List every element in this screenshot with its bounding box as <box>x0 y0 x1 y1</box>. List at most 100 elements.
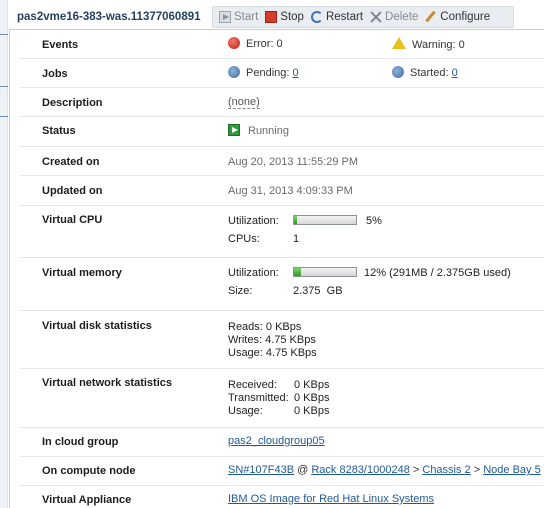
pencil-icon <box>425 11 437 23</box>
disk-usage: Usage: 4.75 KBps <box>228 347 317 359</box>
row-updated: Updated on Aug 31, 2013 4:09:33 PM <box>20 176 544 206</box>
error-text: Error: 0 <box>246 38 283 50</box>
created-value: Aug 20, 2013 11:55:29 PM <box>228 156 359 168</box>
row-description: Description (none) <box>20 88 544 117</box>
started-label: Started: <box>410 67 449 79</box>
vm-name-title: pas2vme16-383-was.11377060891 <box>17 11 201 23</box>
pending-link[interactable]: 0 <box>293 67 299 79</box>
description-edit[interactable]: (none) <box>228 96 260 109</box>
cpu-bar-fill <box>294 216 298 224</box>
memory-size-value: 2.375 GB <box>293 285 343 297</box>
net-received-label: Received: <box>228 379 277 391</box>
pending-job-icon <box>228 66 240 78</box>
configure-button[interactable]: Configure <box>425 11 490 23</box>
appliance-label: Virtual Appliance <box>42 494 132 506</box>
delete-button[interactable]: Delete <box>370 11 418 23</box>
net-transmitted-value: 0 KBps <box>294 392 330 404</box>
node-link[interactable]: SN#107F43B <box>228 464 294 476</box>
compute-node-label: On compute node <box>42 465 136 477</box>
stop-icon <box>265 11 278 23</box>
created-label: Created on <box>42 156 100 168</box>
row-network-stats: Virtual network statistics Received: 0 K… <box>20 369 544 428</box>
row-created: Created on Aug 20, 2013 11:55:29 PM <box>20 147 544 176</box>
compute-node-path: SN#107F43B @ Rack 8283/1000248 > Chassis… <box>228 464 541 476</box>
updated-label: Updated on <box>42 185 103 197</box>
start-label: Start <box>234 11 259 23</box>
updated-value: Aug 31, 2013 4:09:33 PM <box>228 185 353 197</box>
net-usage-label: Usage: <box>228 405 263 417</box>
left-nav-strip <box>0 0 8 508</box>
appliance-value: IBM OS Image for Red Hat Linux Systems <box>228 493 434 505</box>
warning-icon <box>392 37 406 49</box>
memory-utilization-text: 12% (291MB / 2.375GB used) <box>364 267 511 279</box>
chassis-link[interactable]: Chassis 2 <box>422 464 470 476</box>
memory-utilization-label: Utilization: <box>228 267 279 279</box>
row-jobs: Jobs Pending: 0 Started: 0 <box>20 59 544 88</box>
restart-icon <box>310 11 323 23</box>
delete-label: Delete <box>385 11 419 23</box>
started-link[interactable]: 0 <box>452 67 458 79</box>
row-virtual-appliance: Virtual Appliance IBM OS Image for Red H… <box>20 486 544 508</box>
jobs-label: Jobs <box>42 68 68 80</box>
row-disk-stats: Virtual disk statistics Reads: 0 KBps Wr… <box>20 311 544 369</box>
rack-link[interactable]: Rack 8283/1000248 <box>311 464 409 476</box>
started-job-icon <box>392 66 404 78</box>
cpu-label: Virtual CPU <box>42 214 103 226</box>
error-icon <box>228 37 240 49</box>
disk-writes: Writes: 4.75 KBps <box>228 334 316 346</box>
configure-label: Configure <box>440 11 491 23</box>
network-label: Virtual network statistics <box>42 377 173 389</box>
delete-x-icon <box>370 11 382 23</box>
cloud-group-value: pas2_cloudgroup05 <box>228 435 325 447</box>
jobs-started: Started: 0 <box>392 66 458 79</box>
nav-divider <box>0 34 8 35</box>
cloud-group-label: In cloud group <box>42 436 119 448</box>
disk-reads: Reads: 0 KBps <box>228 321 302 333</box>
row-events: Events Error: 0 Warning: 0 <box>20 30 544 59</box>
running-icon <box>228 124 240 136</box>
action-toolbar: Start Stop Restart Delete Configure <box>212 6 514 28</box>
status-label: Status <box>42 125 76 137</box>
path-separator: > <box>412 464 420 476</box>
memory-label: Virtual memory <box>42 267 122 279</box>
stop-label: Stop <box>280 11 304 23</box>
description-label: Description <box>42 97 103 109</box>
memory-size-label: Size: <box>228 285 253 297</box>
row-virtual-memory: Virtual memory Utilization: 12% (291MB /… <box>20 258 544 311</box>
restart-button[interactable]: Restart <box>310 11 364 23</box>
nav-divider <box>0 116 8 117</box>
warning-count: Warning: 0 <box>392 37 465 51</box>
cloud-group-link[interactable]: pas2_cloudgroup05 <box>228 435 325 447</box>
cpu-utilization-text: 5% <box>366 215 382 227</box>
appliance-link[interactable]: IBM OS Image for Red Hat Linux Systems <box>228 493 434 505</box>
net-received-value: 0 KBps <box>294 379 330 391</box>
jobs-pending: Pending: 0 <box>228 66 299 79</box>
cpus-label: CPUs: <box>228 233 260 245</box>
row-status: Status Running <box>20 117 544 147</box>
details-panel: Events Error: 0 Warning: 0 Jobs Pending:… <box>9 29 544 508</box>
net-usage-value: 0 KBps <box>294 405 330 417</box>
path-separator: > <box>473 464 481 476</box>
nav-divider <box>0 86 8 87</box>
cpu-utilization-bar <box>293 215 357 227</box>
node-at: @ <box>297 464 309 476</box>
row-compute-node: On compute node SN#107F43B @ Rack 8283/1… <box>20 457 544 486</box>
node-bay-link[interactable]: Node Bay 5 <box>483 464 540 476</box>
row-cloud-group: In cloud group pas2_cloudgroup05 <box>20 428 544 457</box>
status-value: Running <box>228 124 289 137</box>
pending-label: Pending: <box>246 67 290 79</box>
start-button[interactable]: Start <box>219 11 258 23</box>
events-label: Events <box>42 39 79 51</box>
description-value: (none) <box>228 96 260 109</box>
warning-text: Warning: 0 <box>412 39 465 51</box>
memory-bar-fill <box>294 268 302 276</box>
net-transmitted-label: Transmitted: <box>228 392 289 404</box>
memory-utilization-bar <box>293 267 357 279</box>
error-count: Error: 0 <box>228 37 283 50</box>
disk-label: Virtual disk statistics <box>42 320 152 332</box>
stop-button[interactable]: Stop <box>265 11 304 23</box>
play-icon <box>219 11 231 23</box>
status-text: Running <box>248 125 289 137</box>
cpu-utilization-label: Utilization: <box>228 215 279 227</box>
restart-label: Restart <box>325 11 364 23</box>
